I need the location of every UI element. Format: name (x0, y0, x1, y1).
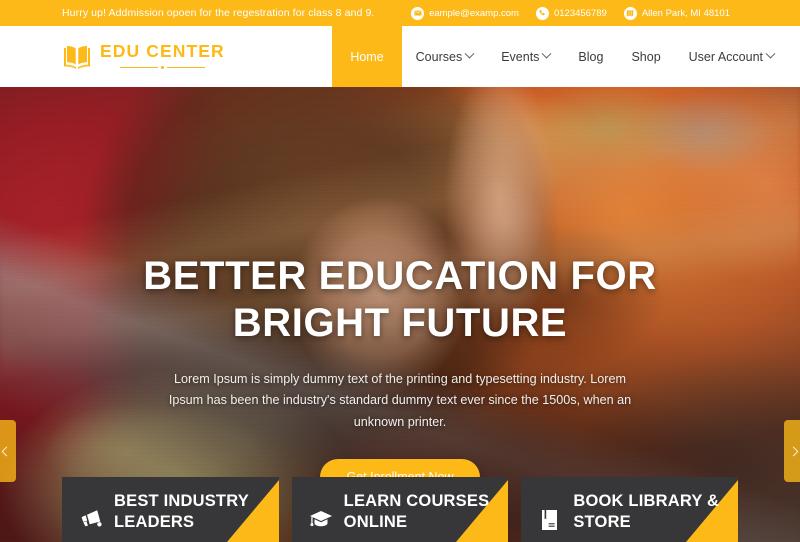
nav-item-user-account-label: User Account (688, 49, 763, 64)
hero-title: BETTER EDUCATION FOR BRIGHT FUTURE (0, 253, 800, 347)
graduation-cap-icon (308, 509, 334, 529)
nav-item-shop[interactable]: Shop (617, 26, 674, 87)
feature-title-line-1: BEST INDUSTRY (114, 492, 249, 510)
feature-card-learn-courses-online[interactable]: LEARN COURSES ONLINE (291, 477, 509, 542)
main-navigation: Home Courses Events Blog Shop User Accou… (332, 26, 800, 87)
nav-item-home-label: Home (350, 49, 384, 64)
feature-title-line-1: BOOK LIBRARY & (573, 492, 720, 510)
announcement-text: Hurry up! Addmission opoen for the reges… (62, 7, 375, 19)
contact-address-label: Allen Park, MI 48101 (641, 7, 730, 19)
megaphone-icon (78, 509, 104, 529)
slider-next-button[interactable] (784, 420, 800, 482)
contact-address[interactable]: Allen Park, MI 48101 (623, 6, 730, 20)
contact-info-group: eample@examp.com 0123456789 Allen Park, … (411, 6, 730, 20)
contact-phone-label: 0123456789 (553, 7, 607, 19)
feature-title-line-2: LEADERS (114, 513, 195, 532)
feature-card-title: LEARN COURSES ONLINE (344, 491, 490, 533)
chevron-down-icon (765, 48, 776, 59)
site-logo[interactable]: EDU CENTER (62, 26, 225, 87)
hero-title-line-2: BRIGHT FUTURE (232, 300, 568, 345)
nav-item-courses-label: Courses (415, 49, 463, 64)
logo-underline-decoration (113, 65, 211, 70)
chevron-right-icon (788, 446, 799, 456)
logo-text: EDU CENTER (100, 41, 225, 62)
chevron-down-icon (541, 48, 552, 59)
feature-title-line-1: LEARN COURSES (343, 492, 490, 510)
feature-title-line-2: STORE (573, 513, 631, 532)
map-icon (623, 6, 637, 20)
contact-email-label: eample@examp.com (429, 7, 519, 19)
hero-subtitle: Lorem Ipsum is simply dummy text of the … (168, 371, 632, 429)
contact-phone[interactable]: 0123456789 (535, 6, 607, 20)
nav-item-blog-label: Blog (578, 49, 604, 64)
nav-item-events-label: Events (501, 49, 540, 64)
feature-card-title: BOOK LIBRARY & STORE (573, 491, 719, 533)
nav-item-home[interactable]: Home (332, 26, 402, 87)
site-header: EDU CENTER Home Courses Events Blog Shop (0, 26, 800, 87)
logo-text-wrap: EDU CENTER (100, 43, 225, 70)
hero-content: BETTER EDUCATION FOR BRIGHT FUTURE Lorem… (0, 87, 800, 495)
hero-slider: BETTER EDUCATION FOR BRIGHT FUTURE Lorem… (0, 87, 800, 542)
book-icon (537, 509, 563, 531)
nav-item-events[interactable]: Events (487, 26, 564, 87)
top-announcement-bar: Hurry up! Addmission opoen for the reges… (0, 0, 800, 26)
open-book-icon (62, 44, 92, 70)
feature-cards: BEST INDUSTRY LEADERS LEARN COURSES ONLI… (62, 477, 739, 542)
envelope-icon (411, 6, 425, 20)
feature-card-book-library-store[interactable]: BOOK LIBRARY & STORE (521, 477, 739, 542)
phone-icon (535, 6, 549, 20)
nav-item-shop-label: Shop (631, 49, 661, 64)
feature-card-best-industry-leaders[interactable]: BEST INDUSTRY LEADERS (62, 477, 279, 542)
slider-prev-button[interactable] (0, 420, 16, 482)
nav-item-user-account[interactable]: User Account (675, 26, 800, 87)
chevron-left-icon (1, 446, 12, 456)
contact-email[interactable]: eample@examp.com (411, 6, 519, 20)
chevron-down-icon (464, 48, 475, 59)
feature-title-line-2: ONLINE (343, 513, 408, 532)
nav-item-courses[interactable]: Courses (402, 26, 488, 87)
page-root: Hurry up! Addmission opoen for the reges… (0, 0, 800, 542)
hero-title-line-1: BETTER EDUCATION FOR (143, 254, 657, 298)
nav-item-blog[interactable]: Blog (564, 26, 617, 87)
feature-card-title: BEST INDUSTRY LEADERS (114, 491, 249, 533)
